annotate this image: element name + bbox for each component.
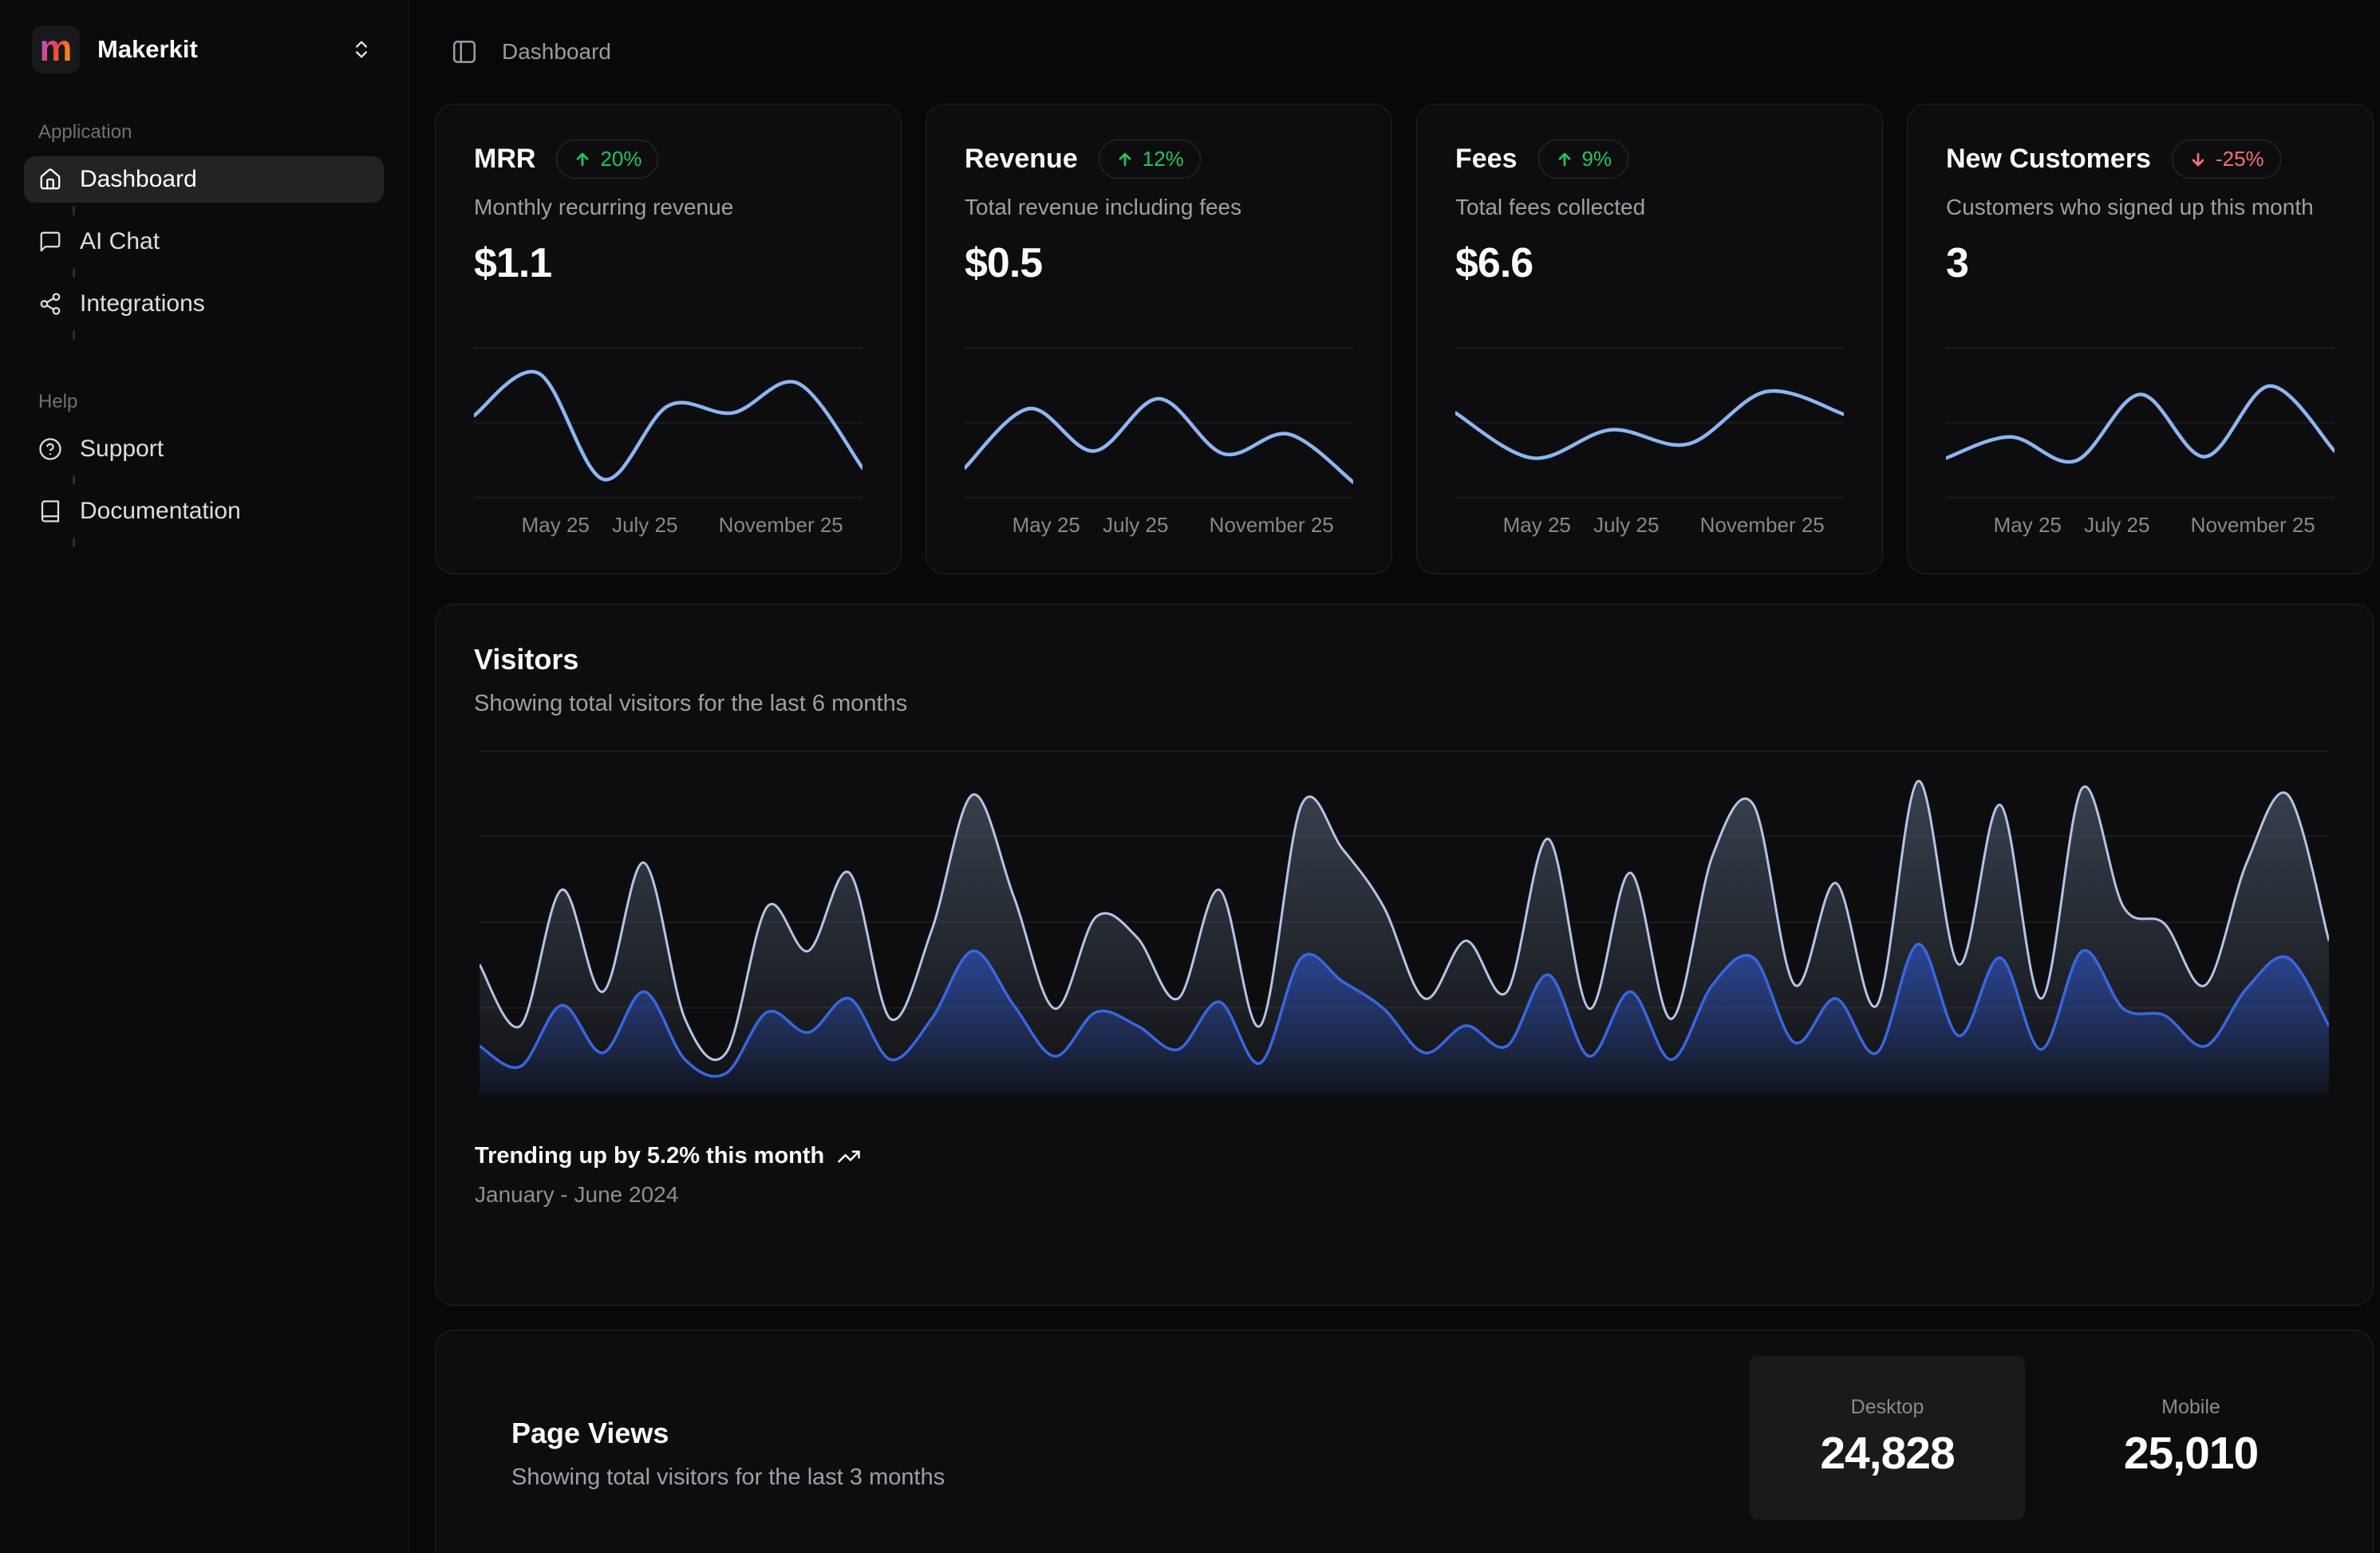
sidebar-item-documentation[interactable]: Documentation: [24, 488, 384, 534]
sidebar-item-dashboard[interactable]: Dashboard: [24, 156, 384, 203]
stat-card-revenue: Revenue 12% Total revenue including fees…: [926, 104, 1392, 574]
nav-tick: [73, 268, 75, 278]
makerkit-logo: m: [32, 26, 80, 73]
sparkline-chart: May 25 July 25 November 25: [965, 347, 1353, 537]
chevrons-up-down-icon: [350, 38, 373, 61]
book-icon: [38, 499, 62, 523]
x-axis-tick: July 25: [2084, 513, 2149, 538]
dashboard-content: MRR 20% Monthly recurring revenue $1.1 M…: [409, 104, 2380, 1553]
stat-card-value: $0.5: [965, 239, 1353, 287]
page-views-stats: Desktop 24,828 Mobile 25,010: [1750, 1356, 2311, 1519]
stat-cards-row: MRR 20% Monthly recurring revenue $1.1 M…: [435, 104, 2374, 574]
x-axis-tick: November 25: [1210, 513, 1334, 538]
visitors-card: Visitors Showing total visitors for the …: [435, 604, 2374, 1306]
app-root: m Makerkit Application Dashboard AI Chat: [0, 0, 2380, 1553]
x-axis-tick: November 25: [719, 513, 843, 538]
stat-card-mrr: MRR 20% Monthly recurring revenue $1.1 M…: [435, 104, 902, 574]
sparkline-chart: May 25 July 25 November 25: [1455, 347, 1844, 537]
team-switcher-button[interactable]: m Makerkit: [24, 19, 384, 80]
topbar: Dashboard: [409, 0, 2380, 104]
trend-value: 9%: [1582, 147, 1612, 171]
section-label-application: Application: [38, 121, 384, 144]
x-axis-labels: May 25 July 25 November 25: [474, 513, 862, 537]
nav-tick: [73, 475, 75, 485]
arrow-up-icon: [1115, 150, 1135, 169]
x-axis-tick: November 25: [1700, 513, 1825, 538]
stat-card-value: $1.1: [474, 239, 862, 287]
visitors-subtitle: Showing total visitors for the last 6 mo…: [474, 691, 2335, 717]
x-axis-tick: May 25: [1503, 513, 1571, 538]
sparkline-chart: May 25 July 25 November 25: [1946, 347, 2335, 537]
x-axis-labels: May 25 July 25 November 25: [965, 513, 1353, 537]
x-axis-tick: May 25: [1012, 513, 1080, 538]
sidebar-item-label: Dashboard: [80, 166, 197, 193]
sidebar-item-label: AI Chat: [80, 228, 160, 255]
stat-card-value: 3: [1946, 239, 2335, 287]
x-axis-labels: May 25 July 25 November 25: [1946, 513, 2335, 537]
stat-card-title: Fees: [1455, 144, 1518, 175]
x-axis-tick: July 25: [1103, 513, 1168, 538]
x-axis-tick: May 25: [1994, 513, 2062, 538]
trend-badge: 9%: [1538, 140, 1629, 179]
mobile-stat-button[interactable]: Mobile 25,010: [2071, 1356, 2311, 1519]
sparkline-chart: May 25 July 25 November 25: [474, 347, 862, 537]
breadcrumb: Dashboard: [502, 39, 611, 65]
trend-badge: 20%: [556, 140, 658, 179]
nav-tick: [73, 538, 75, 547]
team-name: Makerkit: [97, 35, 333, 64]
arrow-down-icon: [2189, 150, 2208, 169]
stat-card-value: $6.6: [1455, 239, 1844, 287]
stat-card-fees: Fees 9% Total fees collected $6.6 May 25…: [1416, 104, 1883, 574]
visitors-title: Visitors: [474, 643, 2335, 676]
trend-badge: -25%: [2172, 140, 2281, 179]
home-icon: [38, 168, 62, 191]
x-axis-tick: November 25: [2191, 513, 2315, 538]
sidebar: m Makerkit Application Dashboard AI Chat: [0, 0, 409, 1553]
main-content: Dashboard MRR 20% Monthly recurring reve…: [409, 0, 2380, 1553]
stat-card-title: Revenue: [965, 144, 1078, 175]
nav-tick: [73, 330, 75, 340]
help-circle-icon: [38, 437, 62, 461]
x-axis-tick: July 25: [612, 513, 677, 538]
stat-card-description: Customers who signed up this month: [1946, 195, 2335, 220]
arrow-up-icon: [573, 150, 592, 169]
x-axis-tick: May 25: [522, 513, 590, 538]
trend-value: 12%: [1143, 147, 1184, 171]
desktop-stat-value: 24,828: [1820, 1427, 1954, 1480]
trend-badge: 12%: [1099, 140, 1201, 179]
visitors-area-chart[interactable]: [480, 751, 2329, 1094]
x-axis-labels: May 25 July 25 November 25: [1455, 513, 1844, 537]
visitors-trend-text: Trending up by 5.2% this month: [475, 1143, 824, 1169]
trend-value: -25%: [2216, 147, 2264, 171]
sidebar-item-label: Documentation: [80, 498, 241, 525]
desktop-stat-label: Desktop: [1851, 1396, 1924, 1419]
stat-card-new-customers: New Customers -25% Customers who signed …: [1907, 104, 2374, 574]
arrow-up-icon: [1555, 150, 1574, 169]
sidebar-item-support[interactable]: Support: [24, 426, 384, 472]
trend-value: 20%: [600, 147, 641, 171]
sidebar-item-ai-chat[interactable]: AI Chat: [24, 219, 384, 265]
trending-up-icon: [837, 1145, 861, 1169]
desktop-stat-button[interactable]: Desktop 24,828: [1750, 1356, 2025, 1519]
stat-card-description: Total fees collected: [1455, 195, 1844, 220]
stat-card-description: Total revenue including fees: [965, 195, 1353, 220]
share-icon: [38, 292, 62, 316]
section-label-help: Help: [38, 391, 384, 413]
mobile-stat-label: Mobile: [2161, 1396, 2220, 1419]
chat-icon: [38, 230, 62, 254]
mobile-stat-value: 25,010: [2124, 1427, 2258, 1480]
logo-m-glyph: m: [40, 30, 73, 66]
page-views-card: Page Views Showing total visitors for th…: [435, 1330, 2374, 1553]
sidebar-item-integrations[interactable]: Integrations: [24, 281, 384, 327]
sidebar-item-label: Support: [80, 436, 164, 463]
stat-card-title: New Customers: [1946, 144, 2151, 175]
visitors-period: January - June 2024: [475, 1182, 2334, 1208]
stat-card-title: MRR: [474, 144, 535, 175]
sidebar-toggle-icon[interactable]: [451, 38, 478, 65]
nav-tick: [73, 206, 75, 215]
x-axis-tick: July 25: [1593, 513, 1659, 538]
sidebar-item-label: Integrations: [80, 290, 205, 317]
stat-card-description: Monthly recurring revenue: [474, 195, 862, 220]
